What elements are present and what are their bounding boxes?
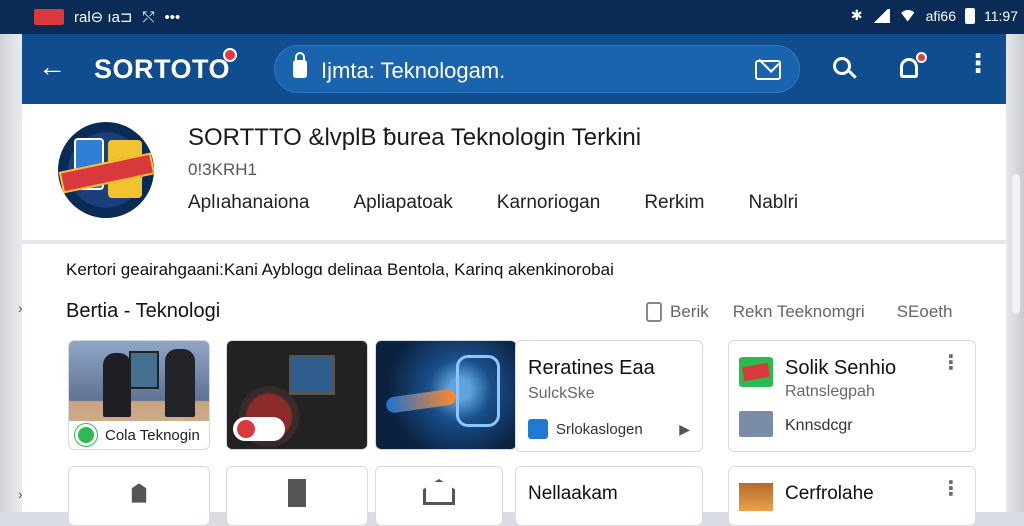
filter-label-1: Berik	[670, 302, 709, 321]
tab-4[interactable]: Rerkim	[644, 192, 704, 214]
article-card-1[interactable]: Reratines Eaa SulckSke Srlokaslogen ▶	[515, 340, 703, 452]
tab-3[interactable]: Karnoriogan	[497, 192, 601, 214]
search-icon-handle	[848, 70, 857, 79]
flag-icon	[34, 9, 64, 25]
filter-berik[interactable]: Berik	[646, 302, 709, 322]
share-icon: ⤲	[142, 8, 155, 26]
tab-1[interactable]: Aplıahanaiona	[188, 192, 310, 214]
scrollbar[interactable]	[1012, 174, 1020, 314]
status-left: ral⊖ ıa⊐ ⤲ •••	[34, 8, 180, 26]
beam-figure	[385, 388, 457, 414]
status-left-text: ral⊖ ıa⊐	[74, 9, 133, 26]
category-tile-3[interactable]	[375, 466, 503, 526]
more-horizontal-icon: •••	[164, 8, 181, 26]
brand-title: SORTOTO	[94, 54, 231, 84]
article-card-4[interactable]: Cerfrolahe ⋮	[728, 466, 976, 526]
tab-5[interactable]: Nablri	[749, 192, 799, 214]
bell-icon	[900, 58, 918, 78]
card-title: Reratines Eaa	[528, 357, 655, 379]
wifi-icon	[898, 9, 917, 22]
filter-icon	[646, 302, 662, 322]
card-thumbnail	[739, 357, 773, 387]
thumbnail-caption-text: Cola Teknogin	[105, 426, 200, 444]
app-bar: ← SORTOTO Ijmta: Teknologam. ⋮	[22, 34, 1006, 104]
app-icon	[528, 419, 548, 439]
channel-tabs: Aplıahanaiona Apliapatoak Karnoriogan Re…	[188, 192, 842, 214]
video-thumbnail-1[interactable]: Cola Teknogin	[68, 340, 210, 450]
signal-icon	[871, 8, 890, 23]
card-title: Solik Senhio	[785, 357, 897, 379]
video-thumbnail-3[interactable]	[375, 340, 517, 450]
home-icon	[423, 479, 455, 505]
more-vertical-icon[interactable]: ⋮	[941, 353, 961, 373]
card-title: Cerfrolahe	[785, 483, 874, 504]
tab-2[interactable]: Apliapatoak	[354, 192, 453, 214]
channel-subtitle: 0!3KRH1	[188, 160, 257, 179]
card-subtitle: Ratnslegpah	[785, 383, 875, 400]
chevron-right-icon[interactable]: ▶	[679, 421, 690, 438]
channel-logo[interactable]	[58, 122, 154, 218]
puzzle-icon	[131, 483, 147, 503]
article-card-3[interactable]: Nellaakam	[515, 466, 703, 526]
card-thumbnail	[739, 483, 773, 511]
chevron-left-icon[interactable]: ›	[18, 300, 23, 316]
section-title: Bertia - Teknologi	[66, 300, 221, 322]
thumbnail-caption: Cola Teknogin	[69, 421, 209, 449]
section-filters: Berik Rekn Teeknomgri SEoeth	[646, 302, 952, 322]
notification-badge	[916, 52, 927, 63]
bluetooth-icon: ✱	[850, 7, 863, 23]
status-time: 11:97	[984, 7, 1018, 24]
card-footer: Srlokaslogen	[528, 419, 643, 439]
back-arrow-icon[interactable]: ←	[38, 52, 66, 82]
circuit-chip-figure	[289, 355, 335, 395]
filter-rekn[interactable]: Rekn Teeknomgri	[733, 302, 865, 322]
channel-title: SORTTTO &lvplB ƀurea Teknologin Terkini	[188, 124, 642, 151]
channel-description: Kertori geairahgaani:Kani Ayblogɑ delina…	[66, 260, 614, 279]
brand-badge-icon	[223, 48, 237, 62]
display-figure	[129, 351, 159, 389]
card-footer-text: Srlokaslogen	[556, 420, 643, 438]
video-thumbnail-2[interactable]	[226, 340, 368, 450]
device-icon	[739, 411, 773, 437]
whatsapp-icon	[75, 424, 97, 446]
card-subtitle: SulckSke	[528, 385, 595, 402]
status-right: ✱ afi66 11:97	[851, 7, 1018, 24]
channel-header: SORTTTO &lvplB ƀurea Teknologin Terkini …	[22, 104, 1006, 244]
category-tile-1[interactable]	[68, 466, 210, 526]
search-button[interactable]	[828, 54, 860, 86]
person-figure-2	[165, 349, 195, 417]
notifications-button[interactable]	[894, 52, 927, 86]
person-figure	[103, 353, 131, 417]
robot-figure	[456, 355, 500, 427]
filter-seoeth[interactable]: SEoeth	[897, 302, 953, 322]
category-tile-2[interactable]	[226, 466, 368, 526]
lock-icon	[293, 52, 307, 78]
search-input[interactable]: Ijmta: Teknologam.	[321, 58, 505, 84]
card-footer: Knnsdcgr	[785, 417, 853, 434]
article-card-2[interactable]: Solik Senhio Ratnslegpah Knnsdcgr ⋮	[728, 340, 976, 452]
screen-frame: ral⊖ ıa⊐ ⤲ ••• ✱ afi66 11:97 ← SORTOTO I…	[0, 0, 1024, 526]
more-vertical-icon[interactable]: ⋮	[941, 479, 961, 499]
document-icon	[288, 479, 306, 507]
search-bar[interactable]: Ijmta: Teknologam.	[274, 45, 800, 93]
main-content: SORTTTO &lvplB ƀurea Teknologin Terkini …	[22, 104, 1006, 526]
status-right-text: afi66	[925, 7, 956, 24]
chevron-left-icon[interactable]: ›	[18, 486, 23, 502]
like-badge-icon	[233, 417, 285, 441]
status-bar: ral⊖ ıa⊐ ⤲ ••• ✱ afi66 11:97	[0, 0, 1024, 34]
mail-icon[interactable]	[755, 60, 781, 80]
card-title: Nellaakam	[528, 483, 618, 504]
more-vertical-icon[interactable]: ⋮	[962, 50, 994, 90]
battery-icon	[965, 7, 975, 24]
